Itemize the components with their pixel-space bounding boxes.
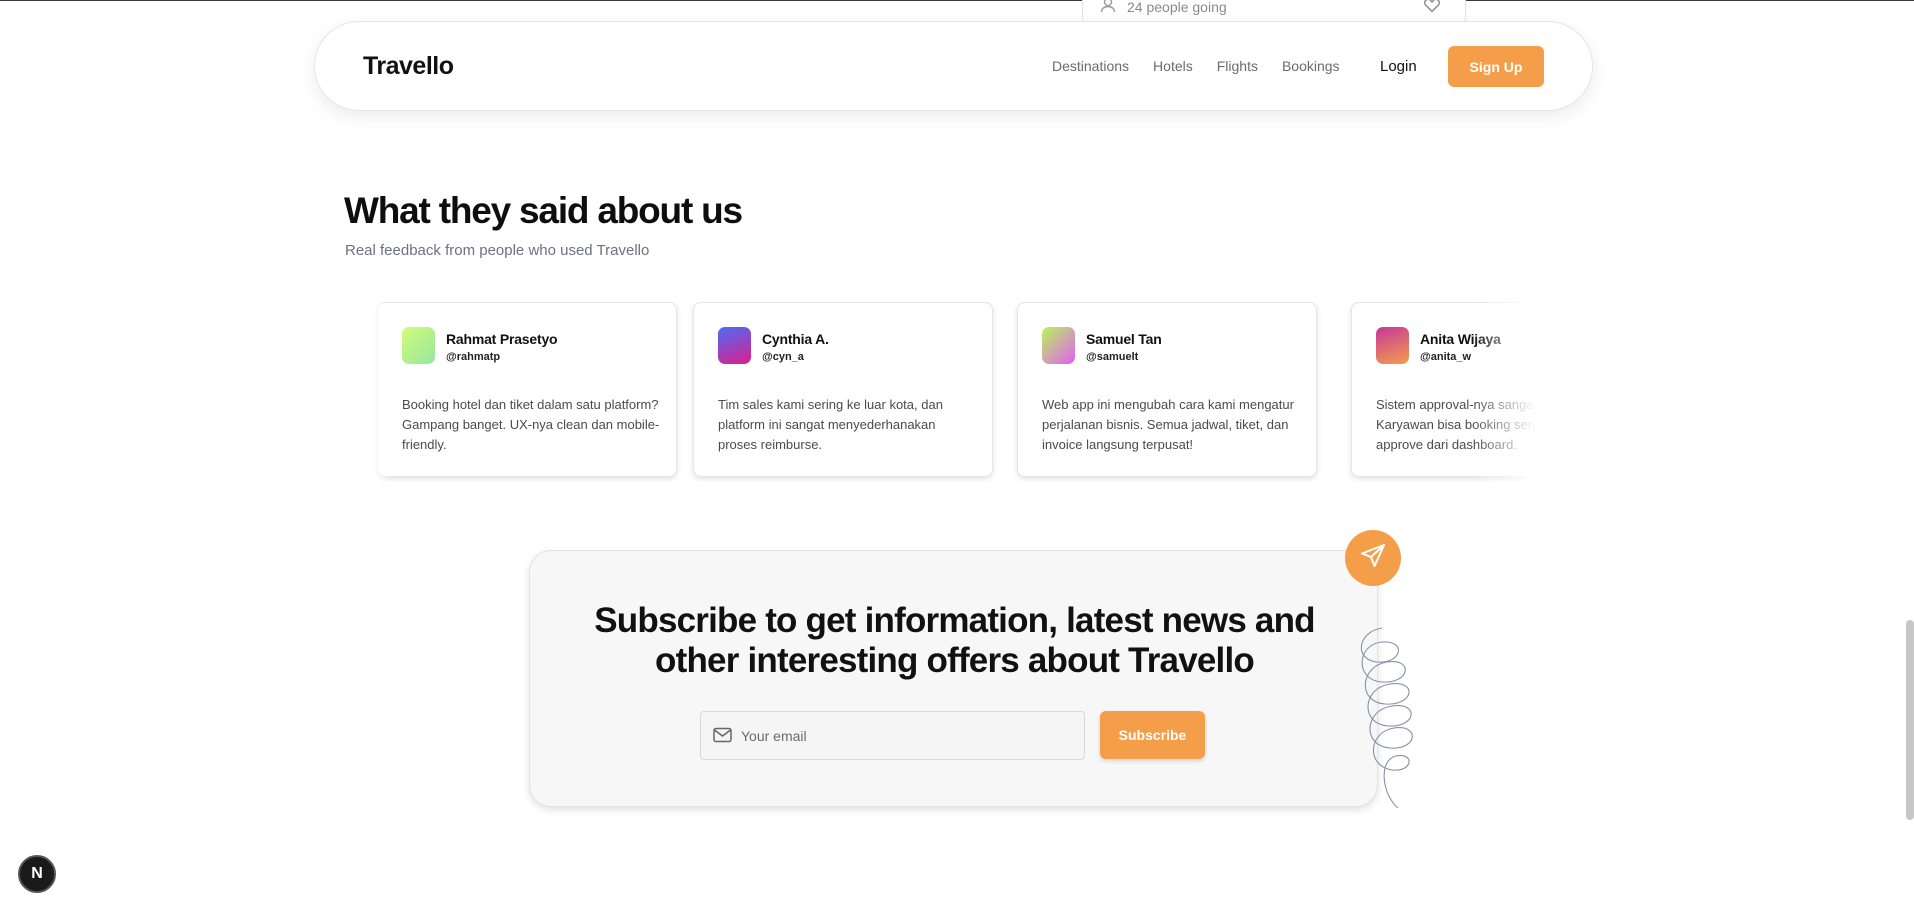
nav-link-destinations[interactable]: Destinations [1052,58,1129,74]
avatar [1376,327,1409,364]
testimonial-name: Rahmat Prasetyo [446,331,558,347]
subscribe-panel: Subscribe to get information, latest new… [529,550,1378,807]
heart-icon[interactable] [1423,0,1441,19]
testimonial-carousel[interactable]: Rahmat Prasetyo @rahmatp Booking hotel d… [356,302,1552,482]
signup-button[interactable]: Sign Up [1448,46,1544,87]
carousel-fade-right [1472,302,1552,482]
send-icon [1359,542,1387,575]
dev-tools-badge[interactable]: N [18,855,56,893]
decorative-squiggle [1352,620,1432,815]
subscribe-title: Subscribe to get information, latest new… [530,601,1379,681]
testimonial-text: Web app ini mengubah cara kami mengatur … [1042,397,1294,452]
testimonial-text: Booking hotel dan tiket dalam satu platf… [402,397,660,452]
testimonial-card: Cynthia A. @cyn_a Tim sales kami sering … [693,302,993,477]
testimonials-title: What they said about us [344,190,743,231]
email-input[interactable] [741,724,1071,748]
page-scrollbar[interactable] [1906,620,1914,820]
avatar [402,327,435,364]
testimonials-subtitle: Real feedback from people who used Trave… [345,242,650,259]
subscribe-title-line2: other interesting offers about Travello [655,641,1255,680]
testimonial-handle: @cyn_a [762,351,804,363]
testimonial-name: Samuel Tan [1086,331,1162,347]
testimonial-name: Cynthia A. [762,331,829,347]
main-navbar: Travello Destinations Hotels Flights Boo… [314,21,1593,111]
avatar [1042,327,1075,364]
user-icon [1099,0,1117,19]
send-icon-badge [1345,530,1401,586]
carousel-fade-left [356,302,392,482]
nav-link-hotels[interactable]: Hotels [1153,58,1193,74]
nav-links: Destinations Hotels Flights Bookings [1052,58,1340,74]
people-going-text: 24 people going [1127,0,1227,15]
testimonial-text: Tim sales kami sering ke luar kota, dan … [718,397,943,452]
testimonial-handle: @anita_w [1420,351,1472,363]
email-field-wrapper [700,711,1085,760]
testimonial-handle: @samuelt [1086,351,1139,363]
testimonial-card: Samuel Tan @samuelt Web app ini mengubah… [1017,302,1317,477]
subscribe-title-line1: Subscribe to get information, latest new… [594,601,1315,640]
window-top-border [0,0,1914,1]
testimonial-card: Rahmat Prasetyo @rahmatp Booking hotel d… [377,302,677,477]
avatar [718,327,751,364]
login-link[interactable]: Login [1380,58,1417,75]
nav-link-flights[interactable]: Flights [1217,58,1258,74]
subscribe-button[interactable]: Subscribe [1100,711,1205,759]
nav-link-bookings[interactable]: Bookings [1282,58,1340,74]
brand-logo[interactable]: Travello [363,52,454,81]
testimonial-handle: @rahmatp [446,351,501,363]
mail-icon [713,727,732,748]
